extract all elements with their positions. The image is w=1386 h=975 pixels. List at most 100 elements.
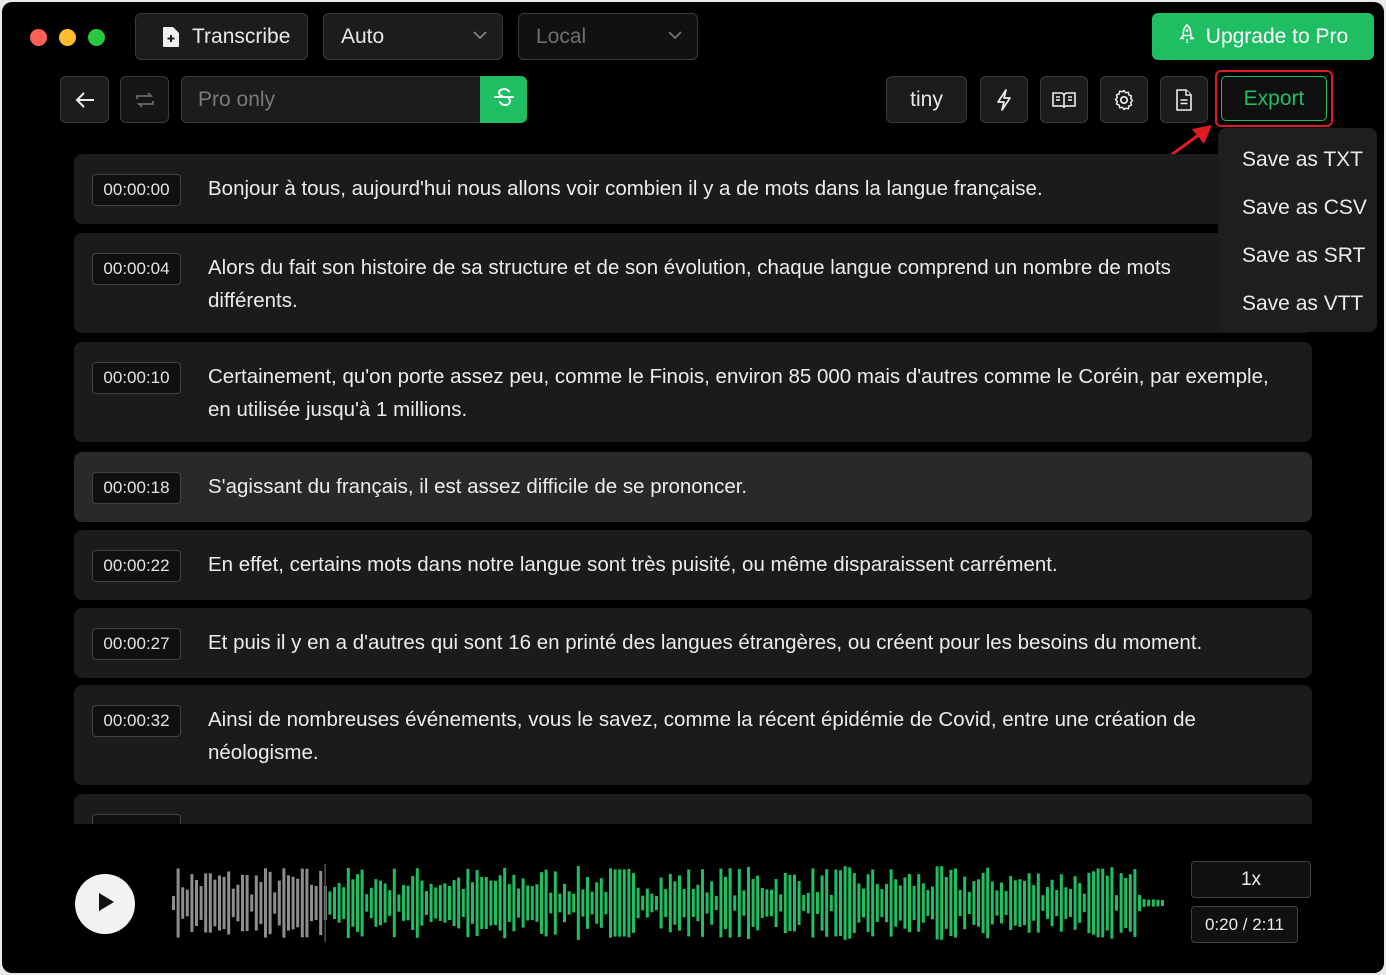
- transcript-row[interactable]: 00:00:32 Ainsi de nombreuses événements,…: [74, 685, 1312, 785]
- timestamp-badge[interactable]: 00:00:22: [92, 550, 181, 582]
- transcript-row-active[interactable]: 00:00:18 S'agissant du français, il est …: [74, 452, 1312, 522]
- strikethrough-icon: [492, 85, 516, 114]
- repeat-button[interactable]: [120, 76, 169, 123]
- waveform-bar: [770, 889, 773, 917]
- waveform-bar: [871, 869, 875, 937]
- waveform-bar: [231, 888, 235, 918]
- waveform-bar: [480, 876, 484, 929]
- search-input[interactable]: Pro only: [181, 76, 481, 123]
- waveform-bar: [618, 869, 622, 937]
- back-button[interactable]: [60, 76, 109, 123]
- waveform-bar: [668, 873, 672, 933]
- waveform-bar: [576, 866, 580, 940]
- document-button[interactable]: [1160, 76, 1208, 123]
- waveform-bar: [466, 868, 470, 938]
- waveform-bar: [967, 891, 971, 914]
- waveform-bar: [1032, 885, 1036, 921]
- transcript-row[interactable]: 00:00:00 Bonjour à tous, aujourd'hui nou…: [74, 154, 1312, 224]
- save-as-srt-item[interactable]: Save as SRT: [1218, 232, 1377, 280]
- minimize-window-button[interactable]: [59, 29, 76, 46]
- waveform-bar: [567, 891, 571, 915]
- waveform-bar: [958, 890, 962, 916]
- timestamp-badge[interactable]: 00:00:32: [92, 705, 181, 737]
- transcript-row[interactable]: 00:00:22 En effet, certains mots dans no…: [74, 530, 1312, 600]
- transcript-row-partial[interactable]: [74, 794, 1312, 824]
- transcript-row[interactable]: 00:00:27 Et puis il y en a d'autres qui …: [74, 608, 1312, 678]
- waveform-bar: [678, 875, 681, 931]
- book-open-icon: [1051, 89, 1077, 111]
- waveform-bar: [664, 889, 668, 917]
- strikethrough-button[interactable]: [480, 76, 527, 123]
- language-value: Auto: [341, 24, 385, 48]
- waveform-bar: [1009, 876, 1013, 930]
- waveform-bar: [176, 868, 180, 938]
- waveform-bar: [898, 885, 902, 921]
- waveform-bar: [793, 874, 796, 932]
- save-as-csv-item[interactable]: Save as CSV: [1218, 184, 1377, 232]
- engine-select[interactable]: Local: [518, 13, 698, 60]
- reader-button[interactable]: [1040, 76, 1088, 123]
- segment-text[interactable]: Bonjour à tous, aujourd'hui nous allons …: [208, 172, 1292, 205]
- waveform-bar: [1138, 894, 1141, 912]
- waveform-scrubber[interactable]: [172, 864, 1168, 942]
- play-button[interactable]: [75, 874, 135, 934]
- waveform-bar: [254, 875, 258, 931]
- playback-speed-button[interactable]: 1x: [1191, 861, 1311, 898]
- waveform-bar: [379, 880, 382, 926]
- waveform-bar: [1147, 899, 1151, 907]
- save-as-vtt-item[interactable]: Save as VTT: [1218, 280, 1377, 328]
- maximize-window-button[interactable]: [88, 29, 105, 46]
- segment-text[interactable]: S'agissant du français, il est assez dif…: [208, 470, 1292, 503]
- segment-text[interactable]: Et puis il y en a d'autres qui sont 16 e…: [208, 626, 1292, 659]
- waveform-bar: [563, 883, 566, 923]
- waveform-bar: [264, 868, 267, 938]
- segment-text[interactable]: Ainsi de nombreuses événements, vous le …: [208, 703, 1232, 769]
- segment-text[interactable]: Certainement, qu'on porte assez peu, com…: [208, 360, 1292, 426]
- waveform-bar: [530, 886, 534, 920]
- upgrade-to-pro-button[interactable]: Upgrade to Pro: [1152, 13, 1374, 60]
- waveform-bar: [1096, 868, 1100, 938]
- transcript-row[interactable]: 00:00:04 Alors du fait son histoire de s…: [74, 233, 1312, 333]
- model-label: tiny: [910, 87, 943, 111]
- waveform-bar: [190, 874, 194, 932]
- playhead-cursor[interactable]: [324, 864, 326, 942]
- waveform-bar: [779, 894, 783, 912]
- timestamp-badge[interactable]: 00:00:10: [92, 362, 181, 394]
- waveform-bar: [595, 882, 599, 924]
- waveform-bar: [287, 875, 290, 931]
- segment-text[interactable]: Alors du fait son histoire de sa structu…: [208, 251, 1232, 317]
- waveform-bar: [369, 887, 373, 919]
- lightning-button[interactable]: [980, 76, 1028, 123]
- waveform-bar: [218, 875, 221, 931]
- waveform-bar: [181, 887, 185, 919]
- settings-button[interactable]: [1100, 76, 1148, 123]
- waveform-bar: [581, 889, 585, 917]
- save-as-txt-item[interactable]: Save as TXT: [1218, 136, 1377, 184]
- export-button[interactable]: Export: [1221, 76, 1327, 121]
- timestamp-badge[interactable]: 00:00:04: [92, 253, 181, 285]
- rocket-icon: [1178, 23, 1196, 50]
- timestamp-badge[interactable]: 00:00:00: [92, 174, 181, 206]
- waveform-bar: [1078, 883, 1082, 923]
- waveform-bar: [986, 867, 990, 939]
- waveform-bar: [613, 869, 617, 937]
- transcript-row[interactable]: 00:00:10 Certainement, qu'on porte assez…: [74, 342, 1312, 442]
- waveform-bar: [1000, 882, 1003, 924]
- waveform-bar: [622, 869, 626, 937]
- waveform-bar: [273, 892, 277, 914]
- timestamp-badge[interactable]: 00:00:18: [92, 472, 181, 504]
- waveform-bar: [889, 869, 893, 937]
- waveform-bar: [825, 869, 829, 937]
- waveform-bar: [1004, 891, 1008, 915]
- transcribe-button[interactable]: Transcribe: [135, 13, 308, 60]
- lightning-icon: [994, 88, 1014, 112]
- segment-text[interactable]: En effet, certains mots dans notre langu…: [208, 548, 1292, 581]
- waveform-bar: [1082, 893, 1086, 913]
- waveform-bar: [751, 879, 755, 927]
- close-window-button[interactable]: [30, 29, 47, 46]
- model-button[interactable]: tiny: [886, 76, 967, 123]
- timestamp-badge[interactable]: 00:00:27: [92, 628, 181, 660]
- waveform-bar: [774, 879, 778, 927]
- timestamp-badge[interactable]: [92, 814, 181, 824]
- language-select[interactable]: Auto: [323, 13, 503, 60]
